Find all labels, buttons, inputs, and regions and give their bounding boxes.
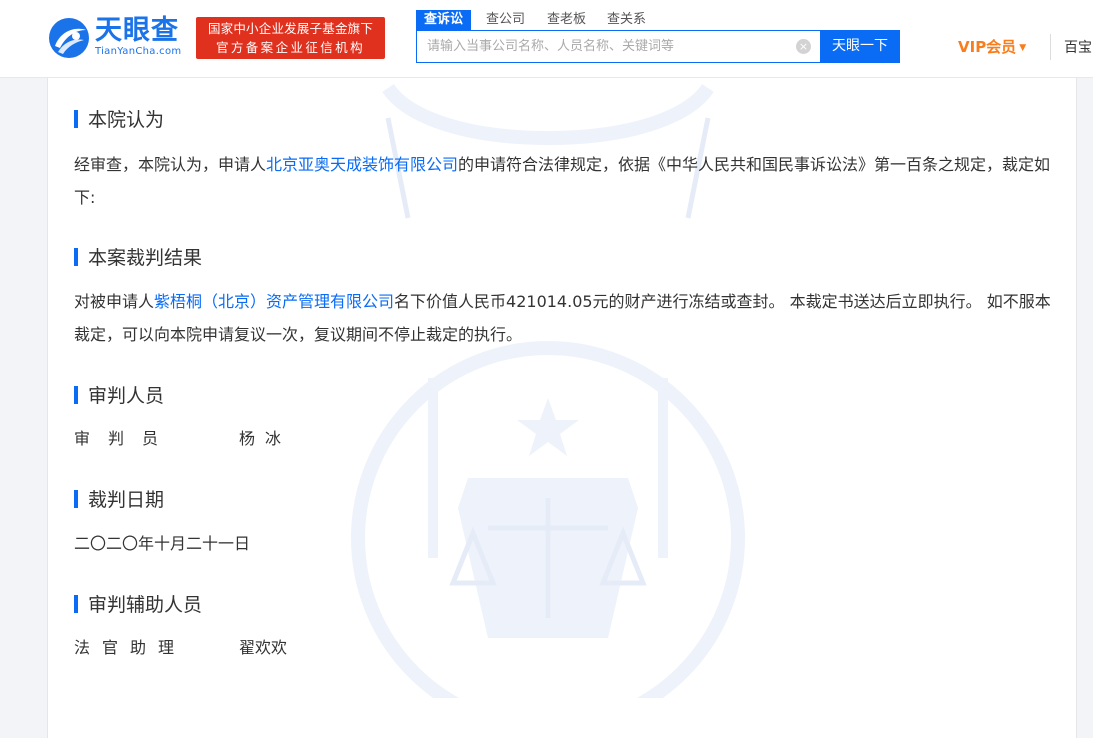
judge-row: 审判员 杨冰 xyxy=(74,427,291,451)
section-title-verdict: 本案裁判结果 xyxy=(74,246,202,270)
title-bar xyxy=(74,490,78,508)
logo-domain: TianYanCha.com xyxy=(95,46,182,57)
assistant-role: 法官助理 xyxy=(74,638,187,657)
section-title-judges: 审判人员 xyxy=(74,384,164,408)
section-title-court-opinion: 本院认为 xyxy=(74,108,164,132)
badge-line2: 官方备案企业征信机构 xyxy=(215,40,365,55)
assistant-name: 翟欢欢 xyxy=(239,638,288,657)
judge-role: 审判员 xyxy=(74,429,177,448)
tab-company[interactable]: 查公司 xyxy=(486,10,525,30)
verdict-text: 对被申请人紫梧桐（北京）资产管理有限公司名下价值人民币421014.05元的财产… xyxy=(74,292,1051,344)
tab-lawsuit[interactable]: 查诉讼 xyxy=(416,10,472,30)
document-card: 本院认为 经审查，本院认为，申请人北京亚奥天成装饰有限公司的申请符合法律规定，依… xyxy=(47,78,1077,738)
search-button[interactable]: 天眼一下 xyxy=(820,30,900,63)
baobao-link[interactable]: 百宝 xyxy=(1064,37,1092,57)
court-opinion-text: 经审查，本院认为，申请人北京亚奥天成装饰有限公司的申请符合法律规定，依据《中华人… xyxy=(74,155,1051,207)
badge-line1: 国家中小企业发展子基金旗下 xyxy=(207,21,374,36)
tianyancha-logo-icon[interactable] xyxy=(46,16,92,60)
caret-down-icon: ▼ xyxy=(1019,43,1027,53)
verdict-date: 二〇二〇年十月二十一日 xyxy=(74,534,251,553)
judge-name: 杨冰 xyxy=(239,429,292,448)
header-divider xyxy=(1050,34,1051,60)
title-bar xyxy=(74,386,78,404)
tab-relation[interactable]: 查关系 xyxy=(607,10,646,30)
vip-label: VIP会员 xyxy=(958,38,1017,56)
respondent-company-link[interactable]: 紫梧桐（北京）资产管理有限公司 xyxy=(154,292,394,311)
logo-text[interactable]: 天眼查 xyxy=(95,16,179,46)
section-title-date: 裁判日期 xyxy=(74,488,164,512)
title-bar xyxy=(74,248,78,266)
title-bar xyxy=(74,110,78,128)
tab-boss[interactable]: 查老板 xyxy=(547,10,586,30)
applicant-company-link[interactable]: 北京亚奥天成装饰有限公司 xyxy=(266,155,458,174)
title-bar xyxy=(74,595,78,613)
clear-icon[interactable]: × xyxy=(796,39,811,54)
search-input[interactable] xyxy=(417,31,787,62)
top-header: 天眼查 TianYanCha.com 国家中小企业发展子基金旗下 官方备案企业征… xyxy=(0,0,1093,78)
section-title-assistants: 审判辅助人员 xyxy=(74,593,202,617)
vip-member-menu[interactable]: VIP会员 ▼ xyxy=(958,36,1026,61)
search-box: × xyxy=(416,30,821,63)
official-badge: 国家中小企业发展子基金旗下 官方备案企业征信机构 xyxy=(196,17,385,59)
assistant-row: 法官助理 翟欢欢 xyxy=(74,636,287,660)
